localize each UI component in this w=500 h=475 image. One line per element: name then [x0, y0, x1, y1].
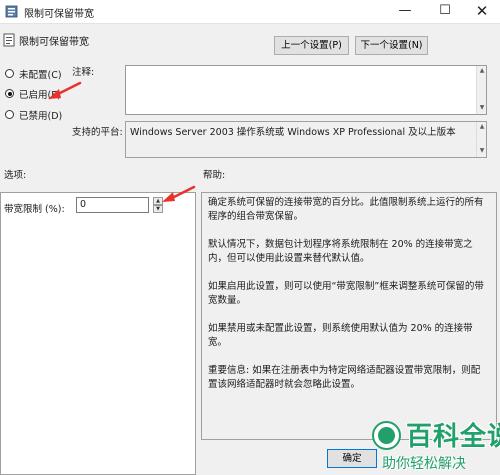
help-paragraph: 如果启用此设置，则可以使用“带宽限制”框来调整系统可保留的带宽数量。: [208, 281, 484, 306]
options-panel: [0, 192, 196, 475]
help-paragraph: 默认情况下，数据包计划程序将系统限制在 20% 的连接带宽之内，但可以使用此设置…: [208, 239, 473, 264]
radio-selected-dot: [7, 91, 12, 96]
annotation-arrow-icon: [48, 81, 82, 99]
radio-label: 未配置(C): [19, 70, 62, 81]
title-bar: 限制可保留带宽 — ☐ ✕: [0, 0, 500, 24]
close-button[interactable]: ✕: [462, 0, 500, 24]
policy-icon: [5, 5, 18, 18]
comment-scrollbar[interactable]: ▲ ▼: [476, 66, 486, 114]
help-paragraph: 如果禁用或未配置此设置，则系统使用默认值为 20% 的连接带宽。: [208, 323, 473, 348]
help-paragraph: 重要信息: 如果在注册表中为特定网络适配器设置带宽限制，则配置该网络适配器时就会…: [208, 365, 481, 390]
scroll-up-icon[interactable]: ▲: [478, 123, 486, 131]
ok-button[interactable]: 确定: [327, 449, 377, 468]
close-icon: ✕: [475, 2, 489, 20]
help-panel: 确定系统可保留的连接带宽的百分比。此值限制系统上运行的所有程序的组合带宽保留。 …: [201, 192, 497, 440]
radio-circle[interactable]: [5, 69, 14, 78]
window-title: 限制可保留带宽: [24, 9, 94, 20]
previous-setting-button[interactable]: 上一个设置(P): [274, 36, 349, 55]
maximize-button[interactable]: ☐: [425, 0, 465, 24]
minimize-icon: —: [398, 3, 412, 18]
watermark-logo-icon: [372, 421, 401, 450]
help-paragraph: 确定系统可保留的连接带宽的百分比。此值限制系统上运行的所有程序的组合带宽保留。: [208, 197, 484, 222]
supported-on-label: 支持的平台:: [72, 127, 123, 138]
radio-circle[interactable]: [5, 89, 14, 98]
next-setting-button[interactable]: 下一个设置(N): [355, 36, 428, 55]
comment-textarea[interactable]: ▲ ▼: [125, 65, 487, 115]
scroll-up-icon[interactable]: ▲: [478, 67, 486, 75]
scroll-down-icon[interactable]: ▼: [478, 104, 486, 112]
platform-scrollbar[interactable]: ▲ ▼: [476, 122, 486, 157]
annotation-arrow-icon: [162, 185, 196, 202]
minimize-button[interactable]: —: [385, 0, 425, 24]
comment-label: 注释:: [72, 67, 95, 78]
help-section-label: 帮助:: [203, 170, 226, 181]
supported-on-value: Windows Server 2003 操作系统或 Windows XP Pro…: [130, 127, 456, 138]
setting-page-icon: [3, 33, 15, 47]
watermark: 百科全说 助你轻松解决: [372, 418, 500, 475]
spin-down-icon[interactable]: ▼: [153, 205, 163, 213]
setting-title: 限制可保留带宽: [19, 37, 89, 48]
maximize-icon: ☐: [439, 3, 451, 18]
bandwidth-limit-input[interactable]: 0: [76, 197, 149, 213]
watermark-title: 百科全说: [406, 422, 500, 452]
options-section-label: 选项:: [4, 170, 27, 181]
scroll-down-icon[interactable]: ▼: [478, 147, 486, 155]
radio-circle[interactable]: [5, 110, 14, 119]
supported-on-box: Windows Server 2003 操作系统或 Windows XP Pro…: [125, 121, 487, 158]
radio-label: 已禁用(D): [19, 111, 63, 122]
bandwidth-limit-label: 带宽限制 (%):: [4, 204, 65, 215]
watermark-subtitle: 助你轻松解决: [382, 456, 466, 472]
